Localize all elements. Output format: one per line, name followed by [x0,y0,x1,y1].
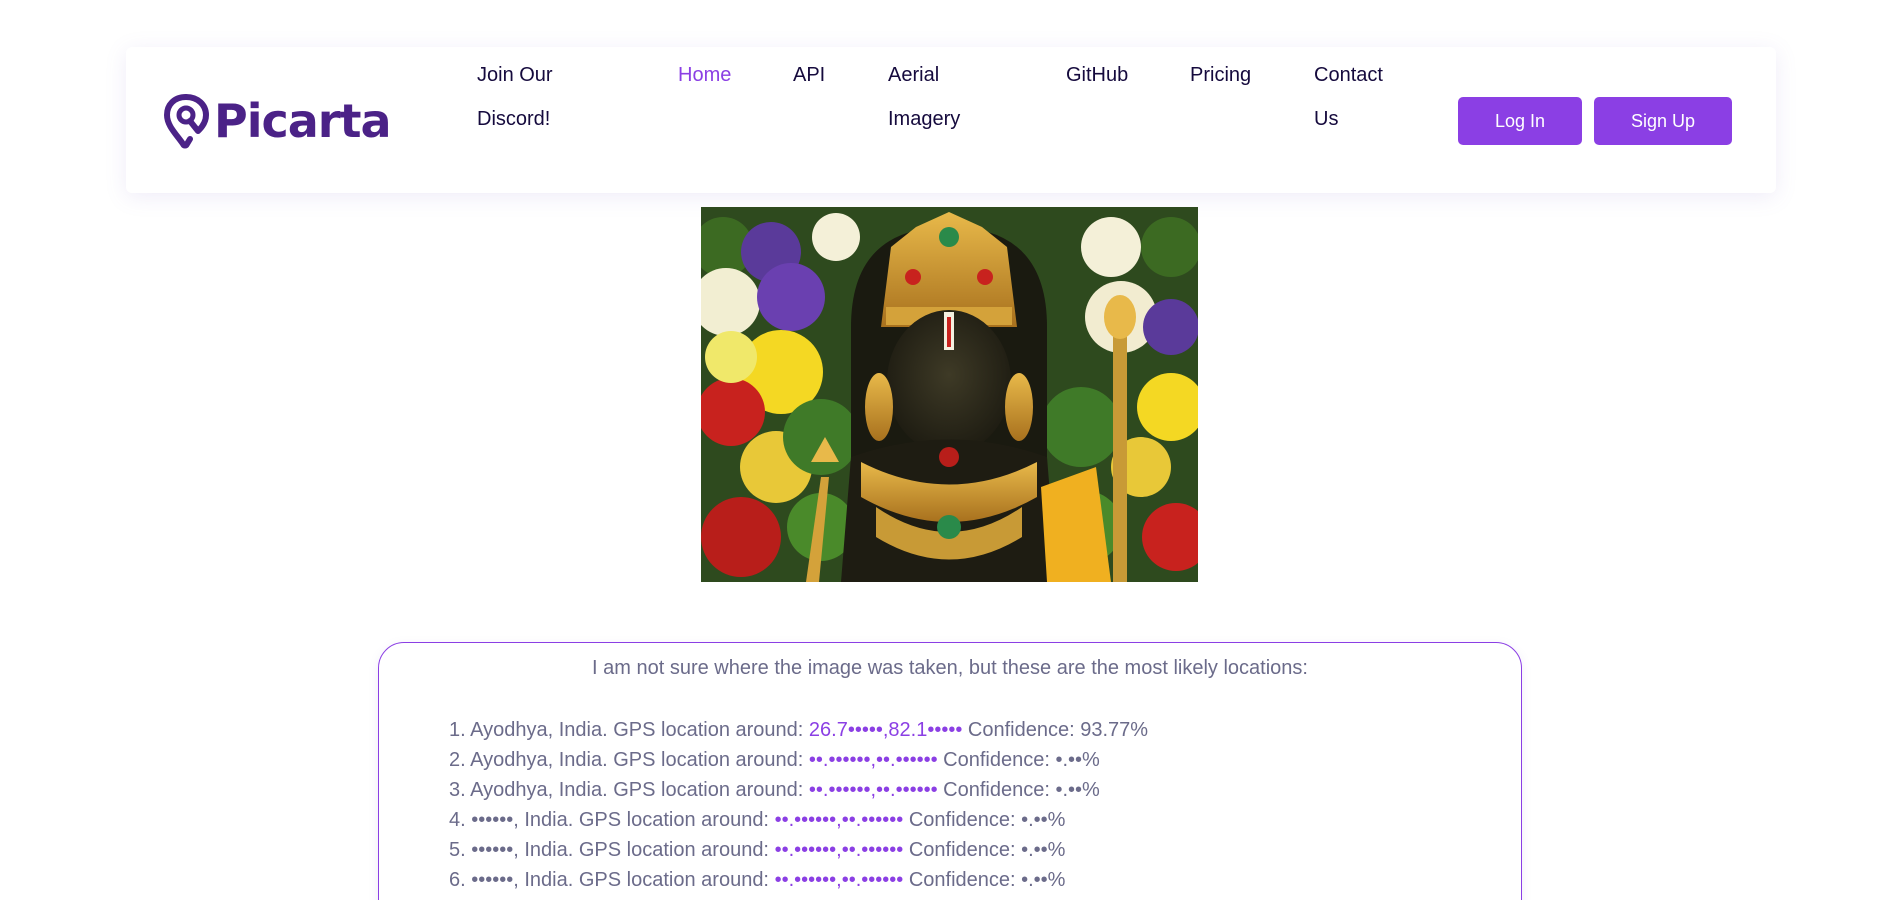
login-button[interactable]: Log In [1458,97,1582,145]
result-gps-label: GPS location around: [578,869,769,891]
result-place: Ayodhya, India. [470,779,608,801]
result-item: 4. ••••••, India. GPS location around: •… [449,805,1148,835]
nav-link-github[interactable]: GitHub [1066,53,1128,97]
nav-link-aerial-imagery[interactable]: Aerial Imagery [888,53,978,141]
result-confidence: Confidence: •.••% [908,839,1066,861]
result-confidence: Confidence: •.••% [908,809,1066,831]
result-gps: 26.7•••••,82.1••••• [808,719,963,741]
result-gps: ••.••••••,••.•••••• [774,839,904,861]
result-gps: ••.••••••,••.•••••• [808,779,938,801]
result-place: Ayodhya, India. [470,719,608,741]
result-place: Ayodhya, India. [470,749,608,771]
result-gps-label: GPS location around: [613,749,804,771]
result-number: 5. [449,839,466,861]
result-number: 2. [449,749,466,771]
result-confidence: Confidence: •.••% [943,779,1100,801]
result-gps-label: GPS location around: [578,839,769,861]
results-panel: I am not sure where the image was taken,… [378,642,1522,900]
result-confidence: Confidence: 93.77% [967,719,1149,741]
result-place: ••••••, India. [471,809,574,831]
navbar: Picarta Join Our Discord! Home API Aeria… [126,47,1776,193]
result-place: ••••••, India. [471,839,574,861]
brand-name: Picarta [214,94,392,148]
result-item: 1. Ayodhya, India. GPS location around: … [449,715,1148,745]
uploaded-photo [701,207,1198,582]
results-list: 1. Ayodhya, India. GPS location around: … [449,715,1148,895]
page: Picarta Join Our Discord! Home API Aeria… [0,0,1887,900]
result-gps: ••.••••••,••.•••••• [808,749,938,771]
result-item: 2. Ayodhya, India. GPS location around: … [449,745,1148,775]
result-confidence: Confidence: •.••% [908,869,1066,891]
result-number: 4. [449,809,466,831]
signup-button[interactable]: Sign Up [1594,97,1732,145]
nav-link-home[interactable]: Home [678,53,731,97]
result-place: ••••••, India. [471,869,574,891]
result-gps-label: GPS location around: [578,809,769,831]
result-item: 3. Ayodhya, India. GPS location around: … [449,775,1148,805]
location-pin-icon [164,94,210,149]
nav-link-pricing[interactable]: Pricing [1190,53,1251,97]
result-number: 1. [449,719,466,741]
result-item: 5. ••••••, India. GPS location around: •… [449,835,1148,865]
result-gps-label: GPS location around: [613,719,804,741]
brand-logo[interactable]: Picarta [164,93,392,149]
nav-link-contact[interactable]: Contact Us [1314,53,1394,141]
results-intro: I am not sure where the image was taken,… [592,657,1308,679]
result-gps: ••.••••••,••.•••••• [774,869,904,891]
result-item: 6. ••••••, India. GPS location around: •… [449,865,1148,895]
result-gps: ••.••••••,••.•••••• [774,809,904,831]
result-gps-label: GPS location around: [613,779,804,801]
result-number: 3. [449,779,466,801]
result-number: 6. [449,869,466,891]
nav-link-discord[interactable]: Join Our Discord! [477,53,597,141]
result-confidence: Confidence: •.••% [943,749,1100,771]
nav-link-api[interactable]: API [793,53,825,97]
